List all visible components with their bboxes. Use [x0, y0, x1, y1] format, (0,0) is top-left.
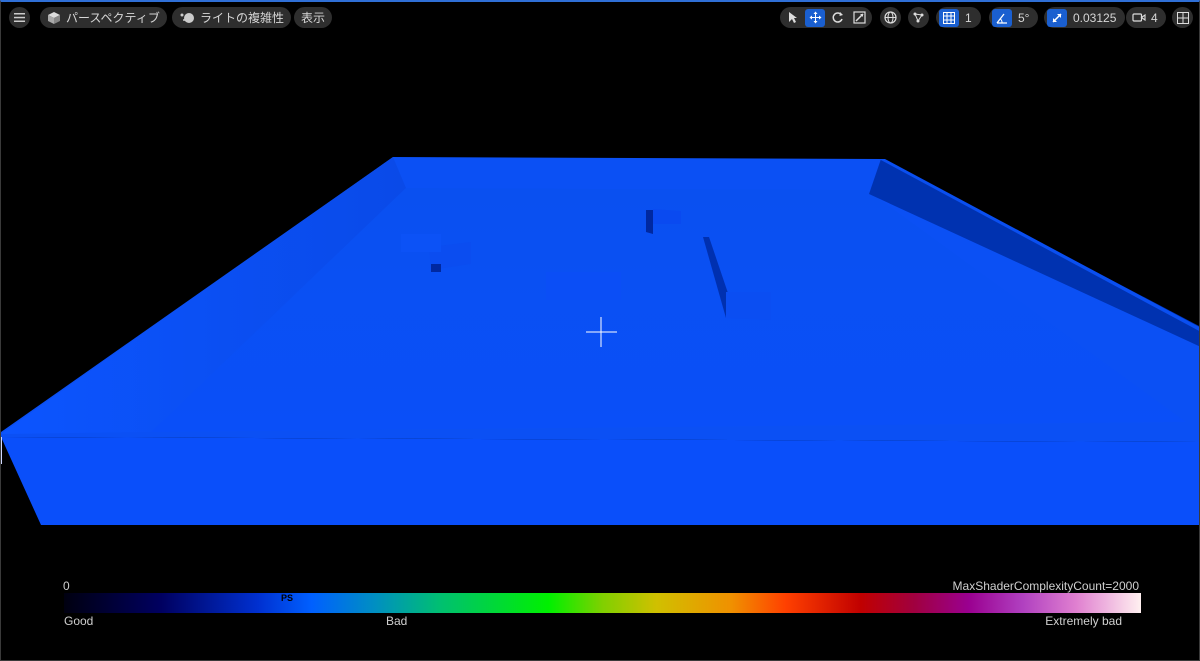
view-mode-label: ライトの複雑性: [200, 11, 285, 25]
rotate-tool-button[interactable]: [827, 9, 847, 27]
scale-snap-icon: [1052, 12, 1062, 23]
legend-extremely-bad-label: Extremely bad: [1045, 614, 1122, 628]
rotation-snap-value[interactable]: 5°: [1014, 11, 1035, 25]
grid-snap-group: 1: [936, 7, 981, 28]
legend-bad-label: Bad: [386, 614, 408, 628]
floor-object: [431, 264, 441, 272]
camera-speed-value: 4: [1151, 10, 1158, 25]
floor-object: [646, 210, 653, 234]
floor-object: [401, 234, 441, 252]
legend-max-label: MaxShaderComplexityCount=2000: [952, 579, 1139, 593]
view-mode-icon: [179, 12, 195, 24]
grid-snap-toggle[interactable]: [939, 8, 959, 27]
legend-good-label: Good: [64, 614, 94, 628]
globe-icon: [884, 11, 897, 24]
perspective-label: パースペクティブ: [66, 11, 160, 25]
move-icon: [809, 11, 821, 24]
viewport-layout-button[interactable]: [1172, 7, 1193, 28]
scale-snap-value[interactable]: 0.03125: [1069, 11, 1122, 25]
surface-snap-icon: [913, 12, 924, 23]
view-mode-button[interactable]: ライトの複雑性: [172, 7, 292, 28]
viewport-toolbar: パースペクティブ ライトの複雑性 表示 1 5° 0.03125 4: [1, 6, 1199, 30]
perspective-button[interactable]: パースペクティブ: [40, 7, 167, 28]
grid-icon: [943, 11, 955, 24]
cube-icon: [47, 11, 61, 25]
translate-tool-button[interactable]: [805, 8, 825, 27]
level-viewport[interactable]: パースペクティブ ライトの複雑性 表示 1 5° 0.03125 4 0 Max…: [0, 0, 1200, 661]
pixel-shader-marker: PS: [281, 593, 294, 603]
show-button[interactable]: 表示: [294, 7, 333, 28]
rotation-snap-group: 5°: [989, 7, 1039, 28]
layout-icon: [1176, 11, 1189, 24]
slab-front: [1, 437, 1199, 525]
world-local-toggle[interactable]: [880, 7, 901, 28]
camera-speed-group[interactable]: 4: [1126, 7, 1166, 28]
scale-snap-group: 0.03125: [1044, 7, 1126, 28]
hamburger-icon: [14, 13, 25, 22]
transform-tools: [780, 7, 872, 28]
rotate-icon: [832, 12, 843, 23]
surface-snap-button[interactable]: [908, 7, 929, 28]
grid-snap-value[interactable]: 1: [961, 11, 978, 25]
show-label: 表示: [301, 11, 326, 25]
floor-object: [726, 292, 771, 320]
scale-tool-button[interactable]: [849, 9, 869, 27]
rotation-snap-toggle[interactable]: [992, 8, 1012, 27]
legend-min-value: 0: [63, 579, 70, 593]
select-tool-button[interactable]: [783, 9, 803, 27]
scale-icon: [852, 11, 866, 24]
shader-complexity-scene[interactable]: [1, 2, 1200, 661]
cursor-icon: [789, 12, 797, 23]
scale-snap-toggle[interactable]: [1047, 8, 1067, 27]
angle-icon: [996, 13, 1007, 24]
camera-icon: [1132, 13, 1146, 22]
floor-object: [546, 272, 621, 300]
camera-speed-button[interactable]: [1129, 9, 1149, 27]
viewport-menu-button[interactable]: [9, 7, 30, 28]
floor-object: [653, 209, 681, 224]
complexity-gradient-bar: [64, 593, 1141, 613]
